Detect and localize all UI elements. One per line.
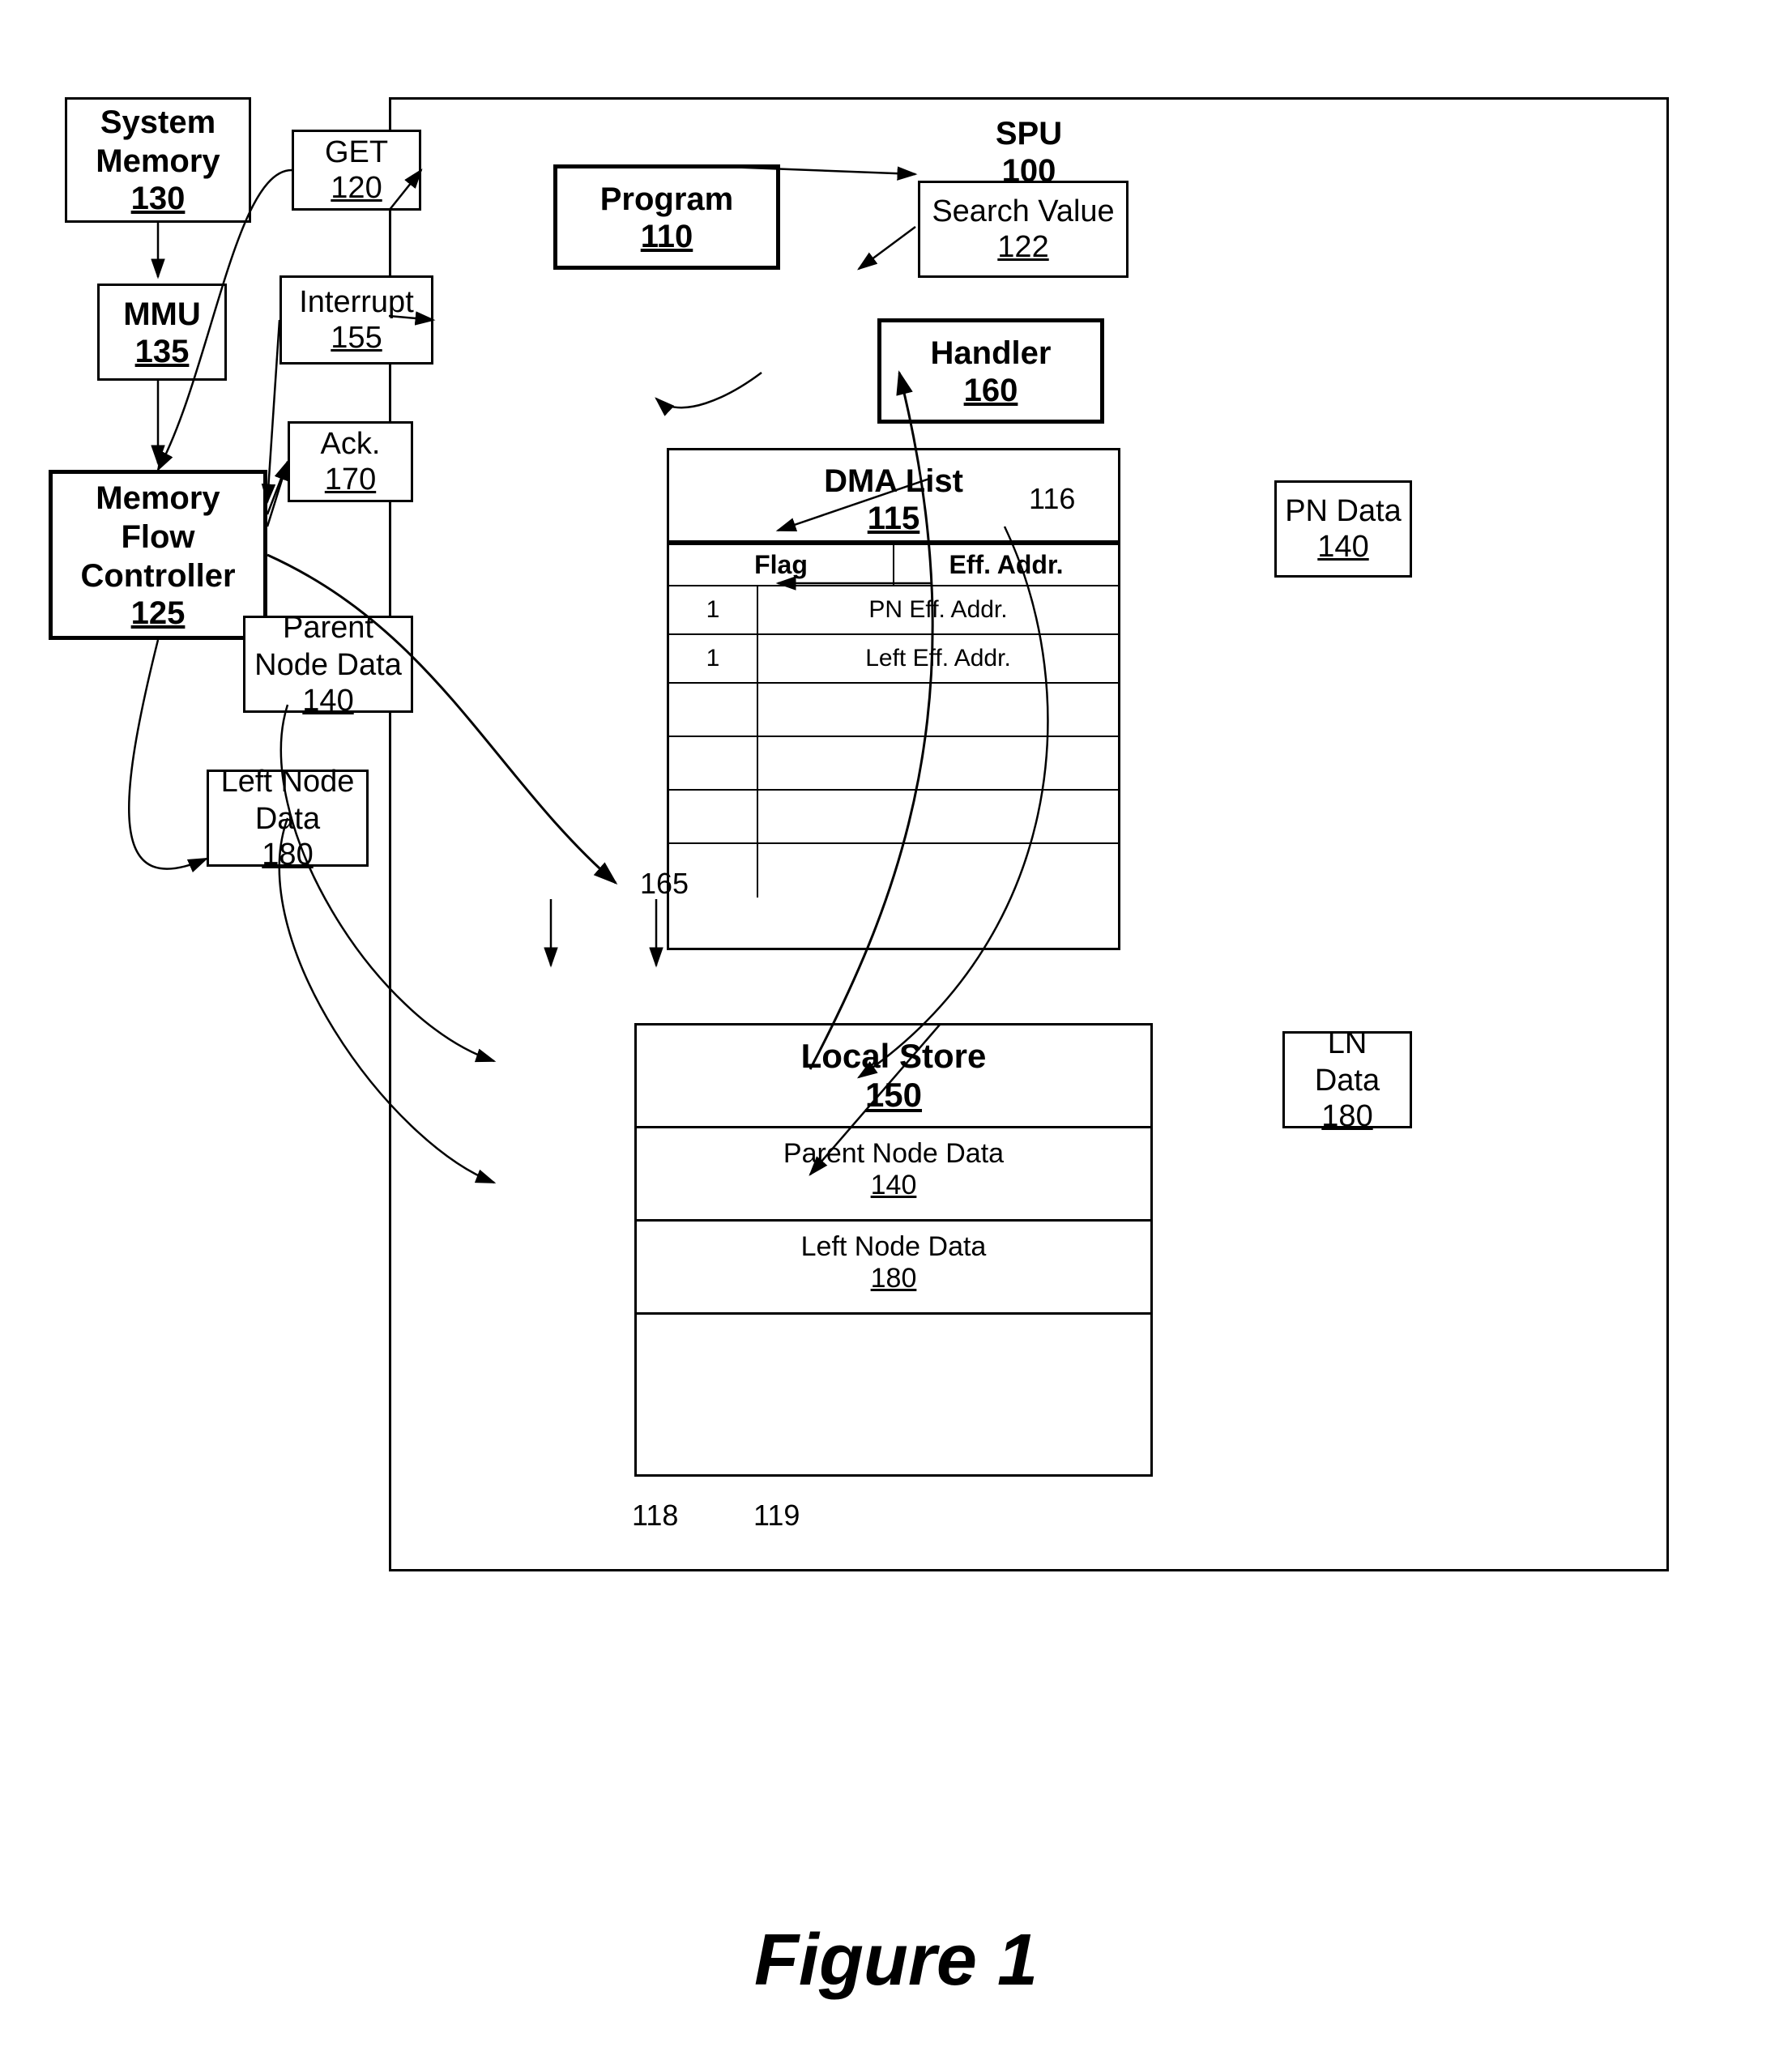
dma-cell-flag-4 — [669, 791, 758, 842]
ack-box: Ack. 170 — [288, 421, 413, 502]
dma-row-2 — [669, 684, 1118, 737]
dma-cell-flag-3 — [669, 737, 758, 789]
get-box: GET 120 — [292, 130, 421, 211]
system-memory-label: System Memory — [75, 103, 241, 181]
ls-pnd-number: 140 — [643, 1170, 1144, 1201]
system-memory-box: System Memory 130 — [65, 97, 251, 223]
mfc-number: 125 — [131, 595, 186, 632]
ls-lnd-number: 180 — [643, 1263, 1144, 1294]
dma-list-label: DMA List — [824, 463, 963, 499]
get-label: GET — [325, 134, 388, 172]
search-value-box: Search Value 122 — [918, 181, 1129, 278]
ln-data-right-number: 180 — [1321, 1099, 1372, 1134]
ack-label: Ack. — [321, 426, 381, 463]
handler-number: 160 — [964, 373, 1018, 409]
mmu-number: 135 — [135, 334, 190, 370]
ln-data-right-label: LN Data — [1293, 1026, 1402, 1099]
spu-label: SPU — [996, 116, 1062, 151]
interrupt-number: 155 — [331, 321, 382, 356]
mfc-label: Memory Flow Controller — [61, 479, 255, 595]
mmu-label: MMU — [123, 295, 201, 334]
spu-box: SPU 100 Program 110 Search Value 122 Han… — [389, 97, 1669, 1571]
dma-col-flag: Flag — [669, 545, 894, 585]
pnd-left-number: 140 — [302, 684, 353, 718]
ls-section-0: Parent Node Data 140 — [637, 1126, 1150, 1211]
ln-data-right-box: LN Data 180 — [1282, 1031, 1412, 1128]
ls-section-2 — [637, 1312, 1150, 1474]
search-value-label: Search Value — [932, 194, 1114, 231]
pn-data-right-box: PN Data 140 — [1274, 480, 1412, 578]
handler-label: Handler — [931, 334, 1052, 373]
dma-cell-addr-0: PN Eff. Addr. — [758, 586, 1118, 633]
interrupt-box: Interrupt 155 — [279, 275, 433, 365]
pnd-left-label: Parent Node Data — [254, 610, 403, 684]
dma-cell-addr-2 — [758, 684, 1118, 736]
system-memory-number: 130 — [131, 181, 186, 217]
dma-row-1: 1 Left Eff. Addr. — [669, 635, 1118, 684]
program-number: 110 — [641, 219, 693, 255]
handler-box: Handler 160 — [877, 318, 1104, 424]
ls-lnd-label: Left Node Data — [801, 1231, 987, 1262]
pn-data-right-number: 140 — [1317, 530, 1368, 565]
dma-cell-addr-4 — [758, 791, 1118, 842]
ack-number: 170 — [325, 463, 376, 497]
label-118: 118 — [632, 1499, 678, 1533]
pn-data-right-label: PN Data — [1285, 493, 1402, 531]
lnd-left-box: Left Node Data 180 — [207, 770, 369, 867]
mfc-box: Memory Flow Controller 125 — [49, 470, 267, 640]
dma-cell-flag-0: 1 — [669, 586, 758, 633]
dma-row-3 — [669, 737, 1118, 791]
dma-cell-flag-1: 1 — [669, 635, 758, 682]
local-store-box: Local Store 150 Parent Node Data 140 Lef… — [634, 1023, 1153, 1477]
dma-cell-addr-5 — [758, 844, 1118, 898]
mmu-box: MMU 135 — [97, 284, 227, 381]
local-store-label: Local Store — [801, 1037, 987, 1075]
dma-cell-addr-3 — [758, 737, 1118, 789]
interrupt-label: Interrupt — [299, 284, 414, 322]
dma-list-number: 115 — [824, 501, 963, 537]
lnd-left-label: Left Node Data — [217, 764, 358, 838]
dma-cell-flag-2 — [669, 684, 758, 736]
lnd-left-number: 180 — [262, 838, 313, 872]
search-value-number: 122 — [997, 230, 1048, 265]
dma-row-4 — [669, 791, 1118, 844]
dma-cell-addr-1: Left Eff. Addr. — [758, 635, 1118, 682]
dma-table-header: Flag Eff. Addr. — [669, 543, 1118, 586]
figure-caption: Figure 1 — [754, 1919, 1038, 2002]
local-store-number: 150 — [637, 1076, 1150, 1115]
ls-section-1: Left Node Data 180 — [637, 1219, 1150, 1304]
dma-list-box: DMA List 115 Flag Eff. Addr. 1 PN Eff. A… — [667, 448, 1120, 950]
label-165: 165 — [640, 867, 689, 901]
get-number: 120 — [331, 171, 382, 206]
label-116: 116 — [1029, 482, 1075, 516]
pnd-left-box: Parent Node Data 140 — [243, 616, 413, 713]
program-label: Program — [600, 180, 734, 219]
label-119: 119 — [753, 1499, 800, 1533]
dma-row-0: 1 PN Eff. Addr. — [669, 586, 1118, 635]
program-box: Program 110 — [553, 164, 780, 270]
dma-row-5 — [669, 844, 1118, 898]
dma-col-addr: Eff. Addr. — [894, 545, 1118, 585]
diagram-area: SPU 100 Program 110 Search Value 122 Han… — [49, 49, 1742, 1831]
ls-pnd-label: Parent Node Data — [783, 1138, 1004, 1169]
